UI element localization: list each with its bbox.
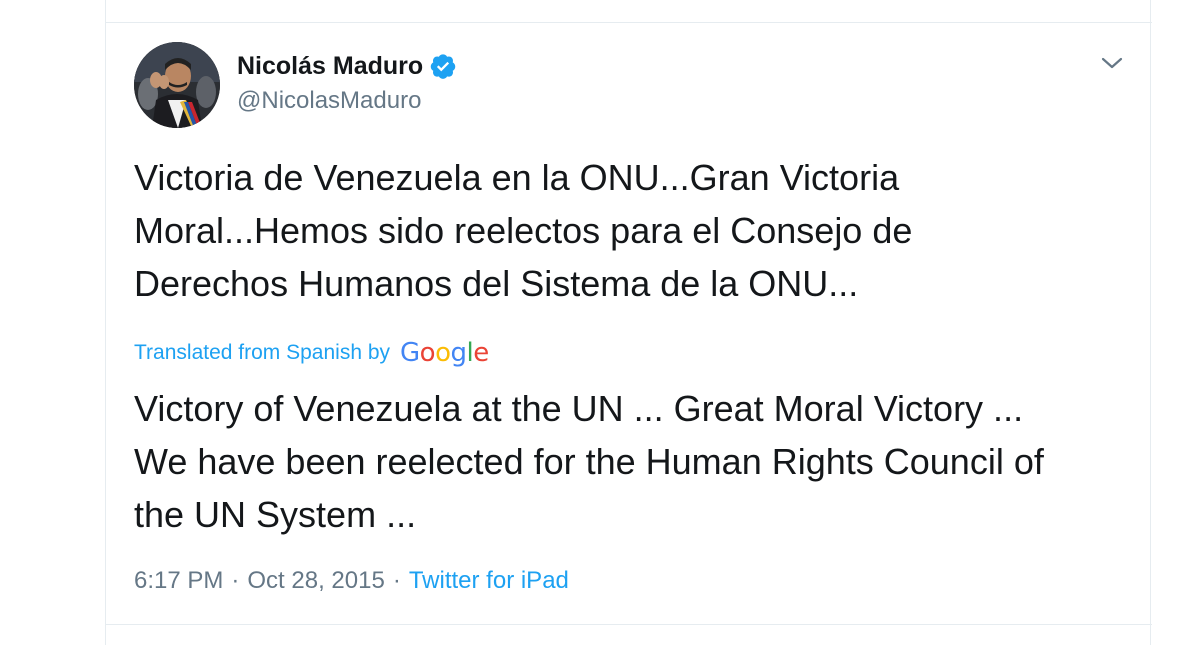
tweet-source-link[interactable]: Twitter for iPad [409,565,569,597]
google-logo-letter: e [473,338,489,368]
verified-badge-icon [429,52,457,80]
google-logo-letter: G [400,338,420,368]
handle[interactable]: @NicolasMaduro [237,86,421,116]
display-name[interactable]: Nicolás Maduro [237,50,423,82]
tweet-text: Victoria de Venezuela en la ONU...Gran V… [134,157,913,304]
page: Nicolás Maduro @NicolasMaduro Victoria d… [0,0,1200,645]
top-divider [106,22,1152,23]
tweet-date[interactable]: Oct 28, 2015 [247,565,384,597]
google-logo-letter: o [419,338,436,368]
translation-text: Victory of Venezuela at the UN ... Great… [134,388,1044,535]
tweet-metadata: 6:17 PM · Oct 28, 2015 · Twitter for iPa… [134,565,569,597]
name-row: Nicolás Maduro [237,50,457,82]
meta-separator: · [231,567,240,594]
translation-attribution: Translated from Spanish by Google [134,336,489,370]
google-logo-letter: o [435,338,451,368]
tweet-card: Nicolás Maduro @NicolasMaduro Victoria d… [105,0,1152,645]
google-logo-letter: g [450,338,468,368]
avatar[interactable] [134,42,220,128]
google-logo: Google [400,336,489,370]
tweet-time[interactable]: 6:17 PM [134,565,223,597]
chevron-down-icon[interactable] [1098,52,1126,74]
translated-from-link[interactable]: Translated from Spanish by [134,336,390,370]
meta-separator: · [392,567,401,594]
bottom-divider [106,624,1152,625]
